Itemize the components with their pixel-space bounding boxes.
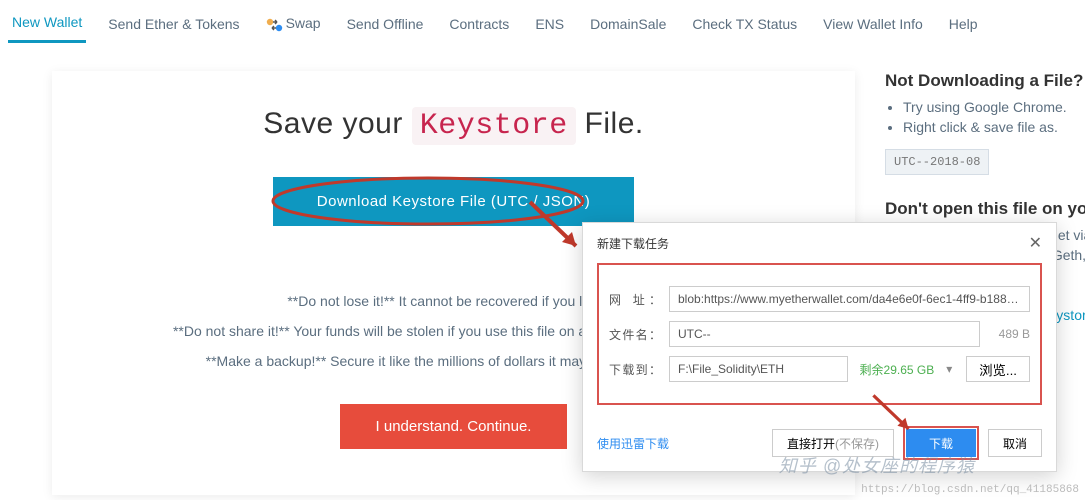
zhihu-watermark: 知乎 @处女座的程序猿 xyxy=(779,452,975,478)
continue-button[interactable]: I understand. Continue. xyxy=(340,404,568,449)
chevron-down-icon[interactable]: ▾ xyxy=(946,362,958,376)
nav-send-ether[interactable]: Send Ether & Tokens xyxy=(104,10,243,42)
download-keystore-button[interactable]: Download Keystore File (UTC / JSON) xyxy=(273,177,634,226)
dialog-title: 新建下载任务 xyxy=(597,235,669,252)
dialog-body-highlight: 网 址： 文件名： 489 B 下载到： 剩余29.65 GB ▾ 浏览... xyxy=(597,263,1042,405)
free-space: 剩余29.65 GB xyxy=(856,361,939,378)
download-dialog: 新建下载任务 ✕ 网 址： 文件名： 489 B 下载到： 剩余29.65 GB… xyxy=(582,222,1057,472)
top-nav: New Wallet Send Ether & Tokens Swap Send… xyxy=(0,0,1085,43)
path-input[interactable] xyxy=(669,356,848,382)
label-path: 下载到： xyxy=(609,361,661,378)
nav-domainsale[interactable]: DomainSale xyxy=(586,10,670,42)
xunlei-link[interactable]: 使用迅雷下载 xyxy=(597,435,669,452)
browse-button[interactable]: 浏览... xyxy=(966,356,1030,382)
sidebar-heading-not-downloading: Not Downloading a File? xyxy=(885,71,1085,91)
label-filename: 文件名： xyxy=(609,326,661,343)
swap-icon xyxy=(266,18,284,32)
nav-help[interactable]: Help xyxy=(945,10,982,42)
utc-filename-box[interactable]: UTC--2018-08 xyxy=(885,149,989,175)
cancel-button[interactable]: 取消 xyxy=(988,429,1042,457)
close-icon[interactable]: ✕ xyxy=(1029,233,1042,253)
nav-check-tx[interactable]: Check TX Status xyxy=(688,10,801,42)
keystore-keyword: Keystore xyxy=(412,107,576,145)
url-input[interactable] xyxy=(669,286,1030,312)
filename-input[interactable] xyxy=(669,321,980,347)
label-url: 网 址： xyxy=(609,291,661,308)
nav-view-wallet[interactable]: View Wallet Info xyxy=(819,10,927,42)
file-size: 489 B xyxy=(988,327,1030,341)
nav-contracts[interactable]: Contracts xyxy=(445,10,513,42)
sidebar-heading-dont-open: Don't open this file on your computer xyxy=(885,199,1085,219)
nav-ens[interactable]: ENS xyxy=(531,10,568,42)
sidebar-tip-chrome: Try using Google Chrome. xyxy=(903,99,1085,115)
nav-swap[interactable]: Swap xyxy=(262,9,325,41)
nav-send-offline[interactable]: Send Offline xyxy=(343,10,428,42)
page-title: Save your Keystore File. xyxy=(92,107,815,143)
nav-new-wallet[interactable]: New Wallet xyxy=(8,8,86,43)
sidebar-tip-rightclick: Right click & save file as. xyxy=(903,119,1085,135)
csdn-watermark: https://blog.csdn.net/qq_41185868 xyxy=(861,484,1079,496)
